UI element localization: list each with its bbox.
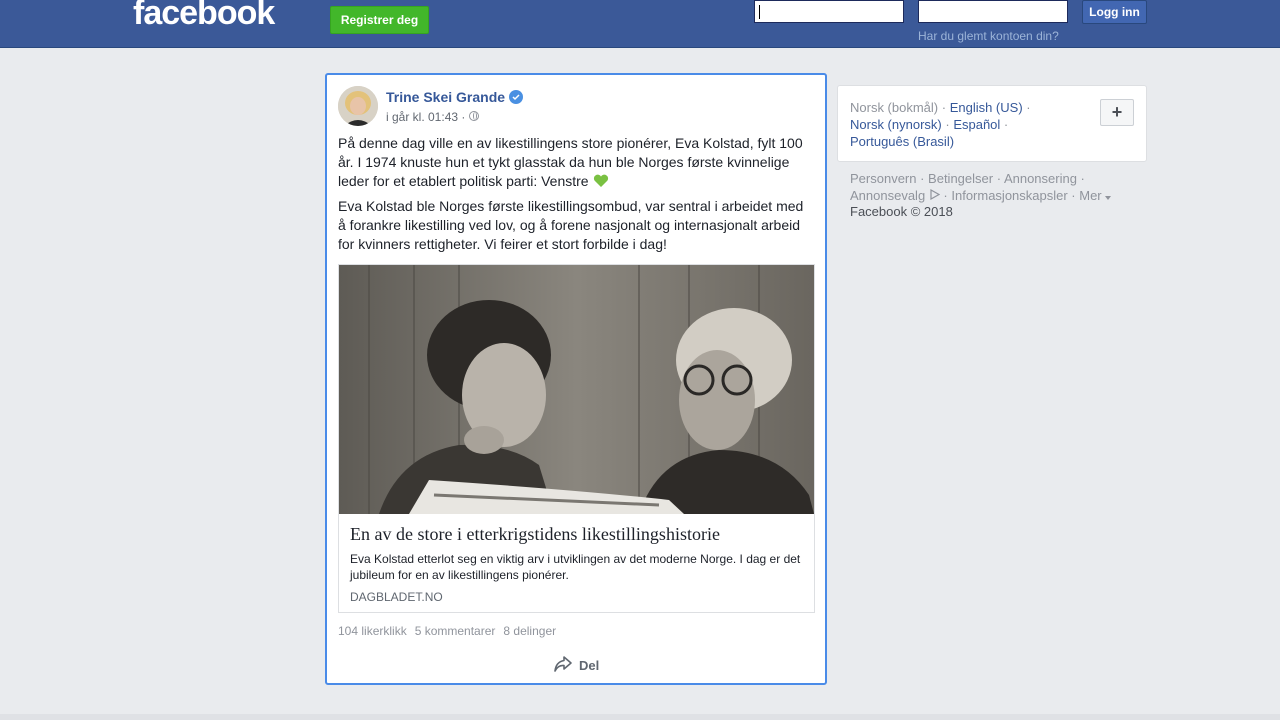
adchoices-icon — [929, 188, 941, 203]
language-box: Norsk (bokmål) · English (US) · Norsk (n… — [837, 85, 1147, 162]
chevron-down-icon — [1105, 188, 1112, 203]
more-languages-button[interactable]: + — [1100, 99, 1134, 126]
footer-link-adchoices[interactable]: Annonsevalg — [850, 188, 925, 203]
language-link-portugues[interactable]: Português (Brasil) — [850, 134, 954, 149]
link-preview[interactable]: En av de store i etterkrigstidens likest… — [338, 264, 815, 613]
author-avatar[interactable] — [338, 86, 378, 126]
top-bar: facebook Registrer deg Logg inn Har du g… — [0, 0, 1280, 48]
login-button[interactable]: Logg inn — [1082, 0, 1147, 24]
footer-link-privacy[interactable]: Personvern — [850, 171, 916, 186]
post-text-paragraph: På denne dag ville en av likestillingens… — [338, 134, 812, 191]
language-list: Norsk (bokmål) · English (US) · Norsk (n… — [850, 100, 1031, 149]
text-caret — [759, 5, 760, 19]
share-label: Del — [579, 658, 600, 673]
verified-badge-icon — [509, 90, 523, 104]
author-name[interactable]: Trine Skei Grande — [386, 89, 505, 105]
footer-link-terms[interactable]: Betingelser — [928, 171, 993, 186]
email-field[interactable] — [754, 0, 904, 23]
likes-count[interactable]: 104 likerklikk — [338, 624, 407, 638]
register-button[interactable]: Registrer deg — [330, 6, 429, 34]
shares-count[interactable]: 8 delinger — [503, 624, 556, 638]
language-link-english[interactable]: English (US) — [950, 100, 1023, 115]
link-title[interactable]: En av de store i etterkrigstidens likest… — [350, 524, 720, 545]
forgot-account-link[interactable]: Har du glemt kontoen din? — [918, 29, 1059, 43]
password-field[interactable] — [918, 0, 1068, 23]
globe-icon — [469, 111, 479, 121]
link-description: Eva Kolstad etterlot seg en viktig arv i… — [350, 552, 801, 582]
post-text-paragraph-2: Eva Kolstad ble Norges første likestilli… — [338, 198, 804, 252]
link-preview-photo[interactable] — [339, 265, 814, 514]
link-domain: DAGBLADET.NO — [350, 590, 443, 604]
footer-link-advertising[interactable]: Annonsering — [1004, 171, 1077, 186]
footer-link-cookies[interactable]: Informasjonskapsler — [951, 188, 1067, 203]
comments-count[interactable]: 5 kommentarer — [415, 624, 496, 638]
copyright: Facebook © 2018 — [850, 204, 953, 219]
footer-link-more[interactable]: Mer — [1079, 188, 1101, 203]
post-stats: 104 likerklikk 5 kommentarer 8 delinger — [338, 624, 556, 638]
bottom-bar — [0, 714, 1280, 720]
language-link-nynorsk[interactable]: Norsk (nynorsk) — [850, 117, 942, 132]
footer-links: Personvern · Betingelser · Annonsering ·… — [850, 170, 1140, 204]
facebook-logo[interactable]: facebook — [133, 0, 275, 33]
share-button[interactable]: Del — [553, 655, 599, 676]
current-language: Norsk (bokmål) — [850, 100, 939, 115]
language-link-espanol[interactable]: Español — [953, 117, 1000, 132]
post-card: Trine Skei Grande i går kl. 01:43 · På d… — [325, 73, 827, 685]
green-heart-icon — [593, 174, 609, 188]
share-icon — [553, 655, 573, 676]
post-text-1: På denne dag ville en av likestillingens… — [338, 135, 803, 189]
post-timestamp[interactable]: i går kl. 01:43 · — [386, 110, 465, 124]
